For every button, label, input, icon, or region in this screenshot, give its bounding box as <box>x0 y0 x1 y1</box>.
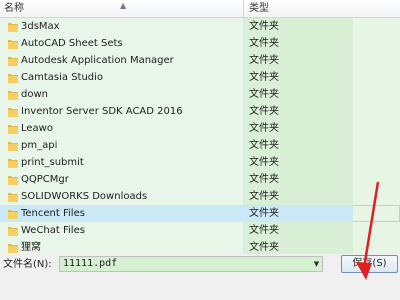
folder-icon <box>8 89 18 100</box>
file-name: Leawo <box>21 123 53 134</box>
file-type: 文件夹 <box>249 89 279 100</box>
file-row[interactable]: print_submit 文件夹 <box>0 154 400 171</box>
file-type: 文件夹 <box>249 55 279 66</box>
folder-icon <box>8 242 18 253</box>
sort-up-icon: ▲ <box>120 1 127 10</box>
folder-icon <box>8 191 18 202</box>
file-type: 文件夹 <box>249 225 279 236</box>
file-type: 文件夹 <box>249 191 279 202</box>
folder-icon <box>8 106 18 117</box>
file-name: Camtasia Studio <box>21 72 104 83</box>
file-row[interactable]: Tencent Files 文件夹 <box>0 205 400 222</box>
file-name: QQPCMgr <box>21 174 69 185</box>
folder-icon <box>8 72 18 83</box>
folder-icon <box>8 157 18 168</box>
folder-icon <box>8 208 18 219</box>
folder-icon <box>8 225 18 236</box>
file-rows: 3dsMax 文件夹 AutoCAD Sheet Sets 文件夹 Autodesk A… <box>0 18 400 254</box>
list-header: 名称 ▲ 类型 <box>0 0 400 18</box>
folder-icon <box>8 174 18 185</box>
file-name: down <box>21 89 48 100</box>
file-type: 文件夹 <box>249 38 279 49</box>
file-list[interactable]: 名称 ▲ 类型 3dsMax 文件夹 AutoCAD Sheet Sets 文件夹 Au… <box>0 0 400 254</box>
file-type: 文件夹 <box>249 106 279 117</box>
file-row[interactable]: AutoCAD Sheet Sets 文件夹 <box>0 35 400 52</box>
file-name: SOLIDWORKS Downloads <box>21 191 148 202</box>
file-name: 狸窝 <box>21 242 41 253</box>
folder-icon <box>8 38 18 49</box>
file-row[interactable]: down 文件夹 <box>0 86 400 103</box>
folder-icon <box>8 21 18 32</box>
file-name: print_submit <box>21 157 84 168</box>
file-type: 文件夹 <box>249 208 279 219</box>
folder-icon <box>8 123 18 134</box>
file-type: 文件夹 <box>249 157 279 168</box>
file-row[interactable]: QQPCMgr 文件夹 <box>0 171 400 188</box>
column-header-type-label: 类型 <box>249 3 269 14</box>
folder-icon <box>8 140 18 151</box>
file-row[interactable]: WeChat Files 文件夹 <box>0 222 400 239</box>
filename-label: 文件名(N): <box>3 259 52 270</box>
file-row[interactable]: Inventor Server SDK ACAD 2016 文件夹 <box>0 103 400 120</box>
file-name: Autodesk Application Manager <box>21 55 174 66</box>
file-type: 文件夹 <box>249 174 279 185</box>
filename-input[interactable]: 11111.pdf <box>59 256 323 272</box>
column-header-name-label: 名称 <box>4 3 24 14</box>
file-name: pm_api <box>21 140 58 151</box>
file-row[interactable]: 3dsMax 文件夹 <box>0 18 400 35</box>
file-name: 3dsMax <box>21 21 60 32</box>
chevron-down-icon[interactable]: ▼ <box>311 257 322 271</box>
save-button[interactable]: 保存(S) <box>341 255 398 273</box>
file-type: 文件夹 <box>249 72 279 83</box>
bottom-bar: 文件名(N): 11111.pdf ▼ 保存(S) <box>0 254 400 300</box>
file-type: 文件夹 <box>249 140 279 151</box>
file-type: 文件夹 <box>249 242 279 253</box>
file-name: WeChat Files <box>21 225 85 236</box>
file-name: Tencent Files <box>21 208 85 219</box>
file-row[interactable]: 狸窝 文件夹 <box>0 239 400 254</box>
file-type: 文件夹 <box>249 123 279 134</box>
file-row[interactable]: pm_api 文件夹 <box>0 137 400 154</box>
file-name: Inventor Server SDK ACAD 2016 <box>21 106 183 117</box>
file-row[interactable]: Camtasia Studio 文件夹 <box>0 69 400 86</box>
file-type: 文件夹 <box>249 21 279 32</box>
file-row[interactable]: Autodesk Application Manager 文件夹 <box>0 52 400 69</box>
file-name: AutoCAD Sheet Sets <box>21 38 123 49</box>
column-header-type[interactable]: 类型 <box>244 0 400 17</box>
file-row[interactable]: SOLIDWORKS Downloads 文件夹 <box>0 188 400 205</box>
folder-icon <box>8 55 18 66</box>
file-row[interactable]: Leawo 文件夹 <box>0 120 400 137</box>
